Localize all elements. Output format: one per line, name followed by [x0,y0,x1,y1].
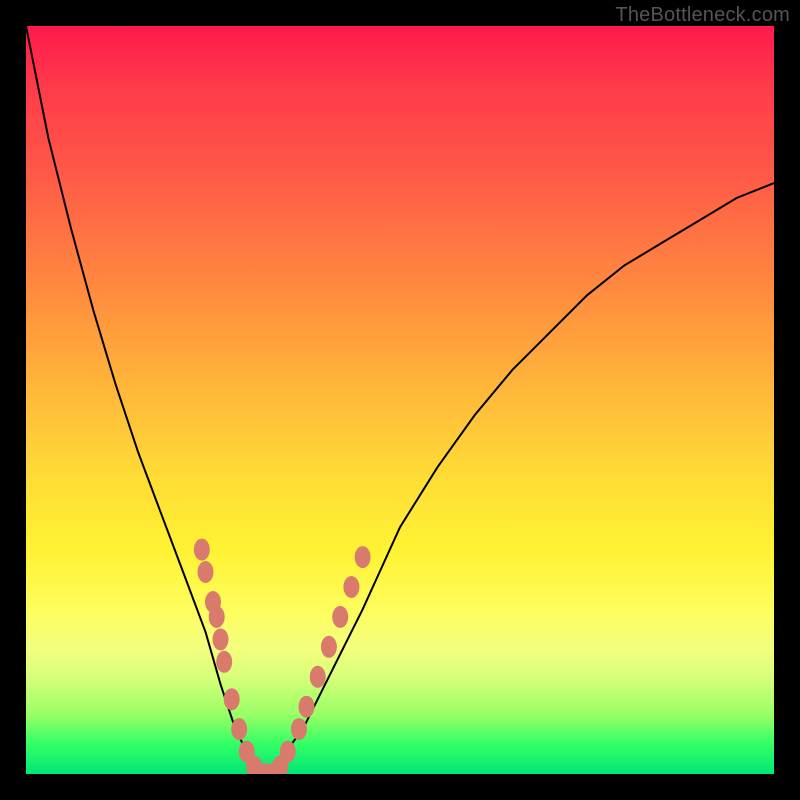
data-marker [231,718,247,740]
data-marker [216,651,232,673]
data-marker [213,628,229,650]
chart-overlay [26,26,774,774]
data-marker [321,636,337,658]
data-marker [224,688,240,710]
data-marker [332,606,348,628]
data-marker [343,576,359,598]
data-marker [198,561,214,583]
watermark-text: TheBottleneck.com [615,4,790,27]
data-marker [291,718,307,740]
chart-frame: TheBottleneck.com [0,0,800,800]
data-marker [299,696,315,718]
data-marker [209,606,225,628]
bottleneck-curve [26,26,774,774]
data-markers [194,539,371,774]
data-marker [355,546,371,568]
data-marker [194,539,210,561]
data-marker [310,666,326,688]
data-marker [280,741,296,763]
